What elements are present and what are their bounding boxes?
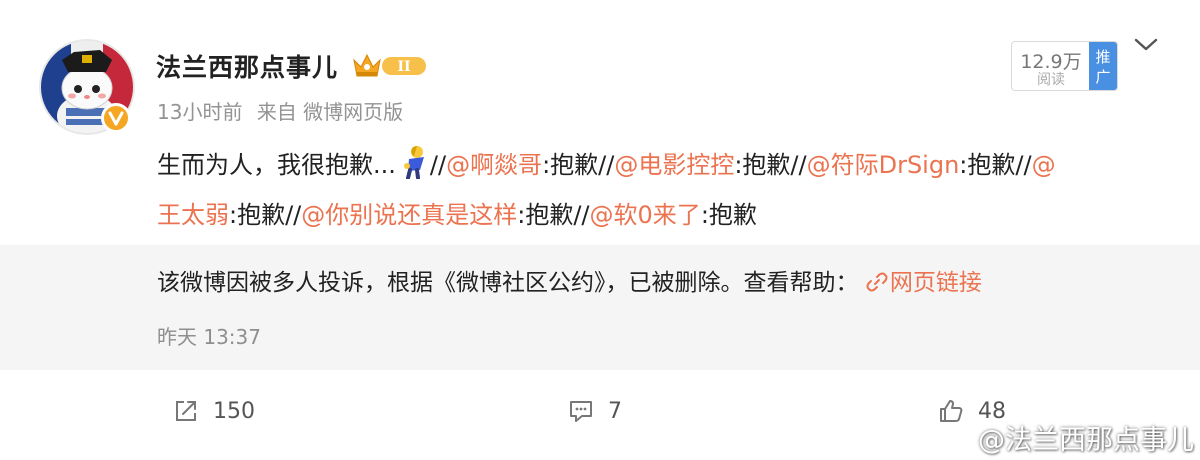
help-link[interactable]: 网页链接: [866, 270, 982, 296]
mention-link[interactable]: @: [1032, 151, 1056, 179]
repost-button[interactable]: 150: [173, 394, 255, 428]
body-text-segment: //: [429, 151, 447, 179]
deleted-notice-text: 该微博因被多人投诉，根据《微博社区公约》，已被删除。查看帮助：: [157, 270, 859, 296]
promote-button[interactable]: 推 广: [1089, 42, 1117, 90]
body-text-segment: :抱歉: [700, 201, 757, 229]
promote-label-1: 推: [1095, 48, 1111, 66]
mention-link[interactable]: @啊燚哥: [446, 151, 542, 179]
post-body-line-1: 生而为人，我很抱歉... //@啊燚哥:抱歉//@电影控控:抱歉//@符际DrS…: [157, 140, 1167, 190]
bowing-person-emoji: [403, 146, 424, 179]
post-time[interactable]: 13小时前: [157, 100, 242, 124]
link-icon: [866, 272, 888, 292]
read-count-box: 12.9万 阅读 推 广: [1011, 41, 1118, 91]
body-text-segment: 生而为人，我很抱歉...: [157, 151, 396, 179]
repost-icon: [176, 401, 196, 421]
read-label: 阅读: [1037, 72, 1065, 88]
body-text-segment: :抱歉//: [229, 201, 302, 229]
deleted-notice: 该微博因被多人投诉，根据《微博社区公约》，已被删除。查看帮助： 网页链接: [157, 263, 982, 297]
body-text-segment: :抱歉//: [734, 151, 807, 179]
mention-link[interactable]: @电影控控: [614, 151, 734, 179]
weibo-logo-icon: [940, 427, 972, 451]
body-text-segment: :抱歉//: [517, 201, 590, 229]
weibo-watermark: @法兰西那点事儿: [940, 418, 1194, 457]
svg-text:II: II: [397, 59, 410, 75]
comment-button[interactable]: 7: [568, 394, 622, 428]
crown-level-2-icon[interactable]: II: [352, 51, 428, 79]
body-text-segment: :抱歉//: [542, 151, 615, 179]
comment-icon: [570, 401, 592, 422]
post-meta: 13小时前 来自 微博网页版: [157, 96, 403, 125]
retweet-time[interactable]: 昨天 13:37: [157, 321, 261, 350]
chevron-down-icon[interactable]: [1133, 36, 1159, 54]
author-name[interactable]: 法兰西那点事儿: [156, 48, 338, 84]
weibo-post-card: 法兰西那点事儿 II 13小时前 来自 微博网页版 12.9万 阅读 推 广 生…: [0, 0, 1200, 245]
post-source: 来自 微博网页版: [256, 100, 404, 124]
help-link-text: 网页链接: [889, 270, 982, 296]
promote-label-2: 广: [1095, 68, 1111, 86]
post-body-line-2: 王太弱:抱歉//@你别说还真是这样:抱歉//@软0来了:抱歉: [157, 190, 1167, 240]
post-body: 生而为人，我很抱歉... //@啊燚哥:抱歉//@电影控控:抱歉//@符际DrS…: [157, 140, 1167, 240]
verified-v-icon: [101, 103, 131, 133]
mention-link[interactable]: 王太弱: [157, 201, 229, 229]
mention-link[interactable]: @符际DrSign: [807, 151, 960, 179]
body-text-segment: :抱歉//: [959, 151, 1032, 179]
mention-link[interactable]: @软0来了: [590, 201, 701, 229]
repost-count: 150: [213, 398, 255, 424]
deleted-retweet-box: 该微博因被多人投诉，根据《微博社区公约》，已被删除。查看帮助： 网页链接 昨天 …: [0, 245, 1200, 370]
mention-link[interactable]: @你别说还真是这样: [301, 201, 517, 229]
watermark-text: @法兰西那点事儿: [978, 425, 1194, 456]
comment-count: 7: [608, 398, 622, 424]
